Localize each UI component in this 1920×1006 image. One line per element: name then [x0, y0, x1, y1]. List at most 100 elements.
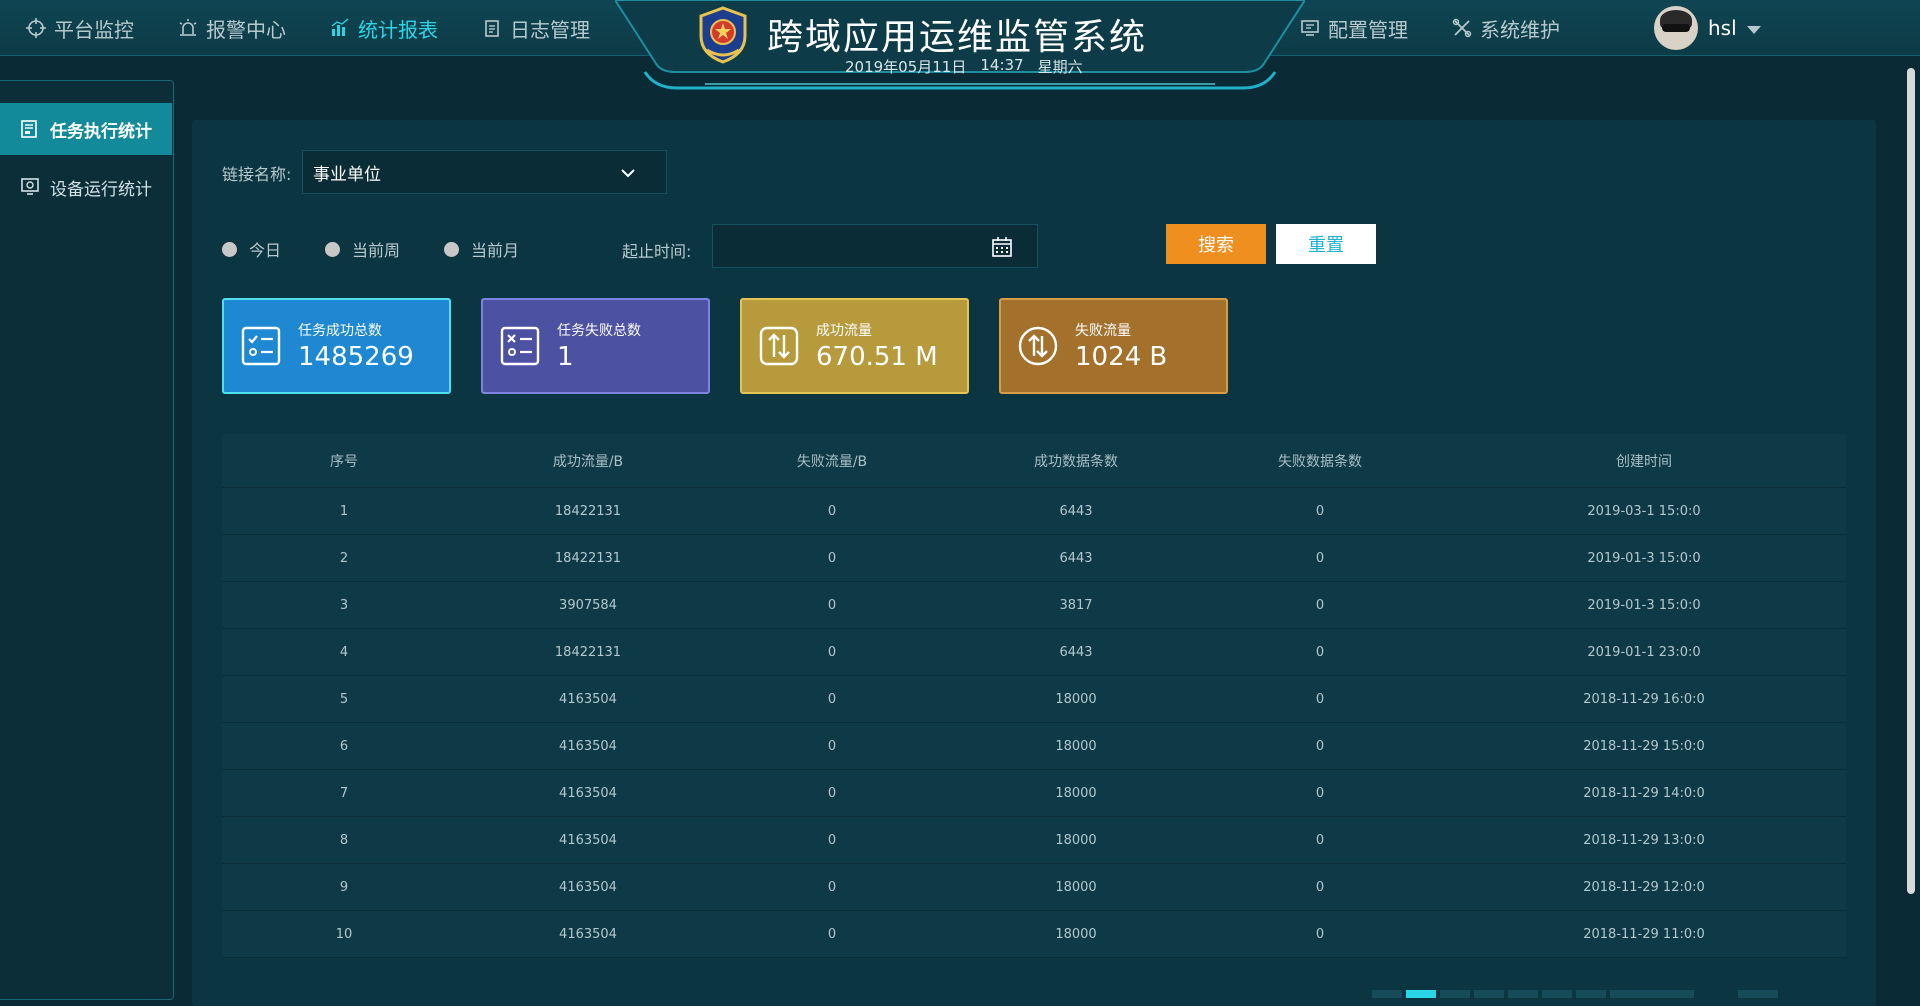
table-row[interactable]: 2 18422131 0 6443 0 2019-01-3 15:0:0: [222, 535, 1846, 582]
user-name: hsl: [1708, 16, 1737, 40]
nav-label: 日志管理: [510, 17, 590, 42]
radio-today[interactable]: 今日: [222, 237, 281, 261]
device-monitor-icon: [21, 178, 39, 195]
caret-down-icon[interactable]: [1746, 26, 1761, 34]
search-button[interactable]: 搜索: [1166, 224, 1266, 264]
page-button[interactable]: [1474, 990, 1504, 998]
scrollbar-thumb[interactable]: [1907, 68, 1915, 894]
table-cell: 0: [827, 738, 837, 754]
stat-value: 1: [557, 342, 574, 372]
date-range-label: 起止时间:: [622, 242, 692, 261]
table-cell: 4: [339, 644, 349, 660]
table-cell: 2019-01-1 23:0:0: [1587, 644, 1701, 660]
table-cell: 18000: [1055, 691, 1097, 707]
report-icon: [21, 120, 37, 138]
nav-statistics-report[interactable]: 统计报表: [330, 14, 438, 43]
link-name-select[interactable]: 事业单位: [302, 150, 667, 194]
monitor-icon: [1301, 20, 1319, 36]
sidebar-item-task-stats[interactable]: 任务执行统计: [0, 103, 172, 155]
header-datetime: 2019年05月11日 14:37 星期六: [845, 56, 1083, 77]
column-header[interactable]: 失败流量/B: [710, 451, 954, 471]
table-cell: 2: [339, 550, 349, 566]
page-button[interactable]: [1508, 990, 1538, 998]
table-cell: 18422131: [554, 503, 622, 519]
table-cell: 1: [339, 503, 349, 519]
police-emblem-icon: [699, 6, 747, 64]
table-row[interactable]: 9 4163504 0 18000 0 2018-11-29 12:0:0: [222, 864, 1846, 911]
column-header[interactable]: 成功流量/B: [466, 451, 710, 471]
table-cell: 4163504: [559, 691, 617, 707]
column-header[interactable]: 成功数据条数: [954, 451, 1198, 471]
table-cell: 0: [1315, 691, 1325, 707]
column-header[interactable]: 失败数据条数: [1198, 451, 1442, 471]
bar-chart-icon: [331, 18, 349, 36]
sidebar-item-label: 任务执行统计: [50, 121, 152, 142]
table-cell: 3: [339, 597, 349, 613]
nav-alarm-center[interactable]: 报警中心: [178, 14, 286, 43]
user-menu[interactable]: hsl: [1654, 6, 1761, 50]
transfer-circle-icon: [1018, 326, 1058, 366]
sidebar-item-device-stats[interactable]: 设备运行统计: [0, 161, 172, 213]
radio-current-month[interactable]: 当前月: [444, 237, 519, 261]
nav-log-management[interactable]: 日志管理: [482, 14, 590, 43]
page-button-active[interactable]: [1406, 990, 1436, 998]
sidebar-item-label: 设备运行统计: [50, 179, 152, 200]
page-button[interactable]: [1372, 990, 1402, 998]
page-button[interactable]: [1542, 990, 1572, 998]
stat-card-success-flow: 成功流量 670.51 M: [740, 298, 969, 394]
table-cell: 0: [827, 597, 837, 613]
page-jump-input[interactable]: [1738, 990, 1778, 998]
top-nav-right: 配置管理 系统维护: [1300, 0, 1604, 56]
page-button[interactable]: [1576, 990, 1606, 998]
table-row[interactable]: 10 4163504 0 18000 0 2018-11-29 11:0:0: [222, 911, 1846, 958]
table-cell: 2018-11-29 14:0:0: [1583, 785, 1705, 801]
nav-system-maintenance[interactable]: 系统维护: [1452, 14, 1560, 43]
table-cell: 0: [827, 926, 837, 942]
nav-config-management[interactable]: 配置管理: [1300, 14, 1408, 43]
radio-current-week[interactable]: 当前周: [325, 237, 400, 261]
page-size-select[interactable]: [1610, 990, 1694, 998]
table-row[interactable]: 5 4163504 0 18000 0 2018-11-29 16:0:0: [222, 676, 1846, 723]
alarm-light-icon: [179, 19, 197, 36]
table-cell: 9: [339, 879, 349, 895]
table-cell: 0: [1315, 879, 1325, 895]
link-name-value: 事业单位: [313, 164, 381, 185]
fail-list-icon: [500, 326, 540, 366]
table-cell: 2018-11-29 12:0:0: [1583, 879, 1705, 895]
table-body: 1 18422131 0 6443 0 2019-03-1 15:0:0 2 18422131…: [222, 488, 1846, 958]
column-header[interactable]: 创建时间: [1442, 451, 1846, 471]
calendar-icon[interactable]: [991, 236, 1013, 258]
radio-label: 当前月: [471, 241, 520, 260]
table-row[interactable]: 3 3907584 0 3817 0 2019-01-3 15:0:0: [222, 582, 1846, 629]
table-cell: 2018-11-29 13:0:0: [1583, 832, 1705, 848]
header-time: 14:37: [980, 56, 1024, 74]
table-cell: 3907584: [559, 597, 617, 613]
title-plate: 跨域应用运维监管系统 2019年05月11日 14:37 星期六: [615, 0, 1305, 90]
table-cell: 2018-11-29 15:0:0: [1583, 738, 1705, 754]
stat-title: 任务成功总数: [298, 323, 382, 339]
stat-title: 成功流量: [816, 323, 872, 339]
column-header[interactable]: 序号: [222, 451, 466, 471]
table-row[interactable]: 8 4163504 0 18000 0 2018-11-29 13:0:0: [222, 817, 1846, 864]
table-cell: 2018-11-29 11:0:0: [1583, 926, 1705, 942]
table-row[interactable]: 6 4163504 0 18000 0 2018-11-29 15:0:0: [222, 723, 1846, 770]
table-header-row: 序号 成功流量/B 失败流量/B 成功数据条数 失败数据条数 创建时间: [222, 434, 1846, 488]
table-row[interactable]: 7 4163504 0 18000 0 2018-11-29 14:0:0: [222, 770, 1846, 817]
reset-button[interactable]: 重置: [1276, 224, 1376, 264]
table-cell: 18000: [1055, 738, 1097, 754]
table-row[interactable]: 1 18422131 0 6443 0 2019-03-1 15:0:0: [222, 488, 1846, 535]
page-button[interactable]: [1440, 990, 1470, 998]
radio-circle-icon: [325, 241, 340, 257]
nav-label: 配置管理: [1328, 17, 1408, 42]
stat-value: 1024 B: [1075, 342, 1168, 372]
nav-platform-monitor[interactable]: 平台监控: [26, 14, 134, 43]
table-cell: 0: [1315, 550, 1325, 566]
table-cell: 10: [335, 926, 353, 942]
table-cell: 0: [827, 785, 837, 801]
tools-icon: [1452, 18, 1472, 38]
avatar[interactable]: [1654, 6, 1698, 50]
table-row[interactable]: 4 18422131 0 6443 0 2019-01-1 23:0:0: [222, 629, 1846, 676]
date-range-input[interactable]: [712, 224, 1038, 268]
table-cell: 18000: [1055, 832, 1097, 848]
table-cell: 2019-01-3 15:0:0: [1587, 597, 1701, 613]
